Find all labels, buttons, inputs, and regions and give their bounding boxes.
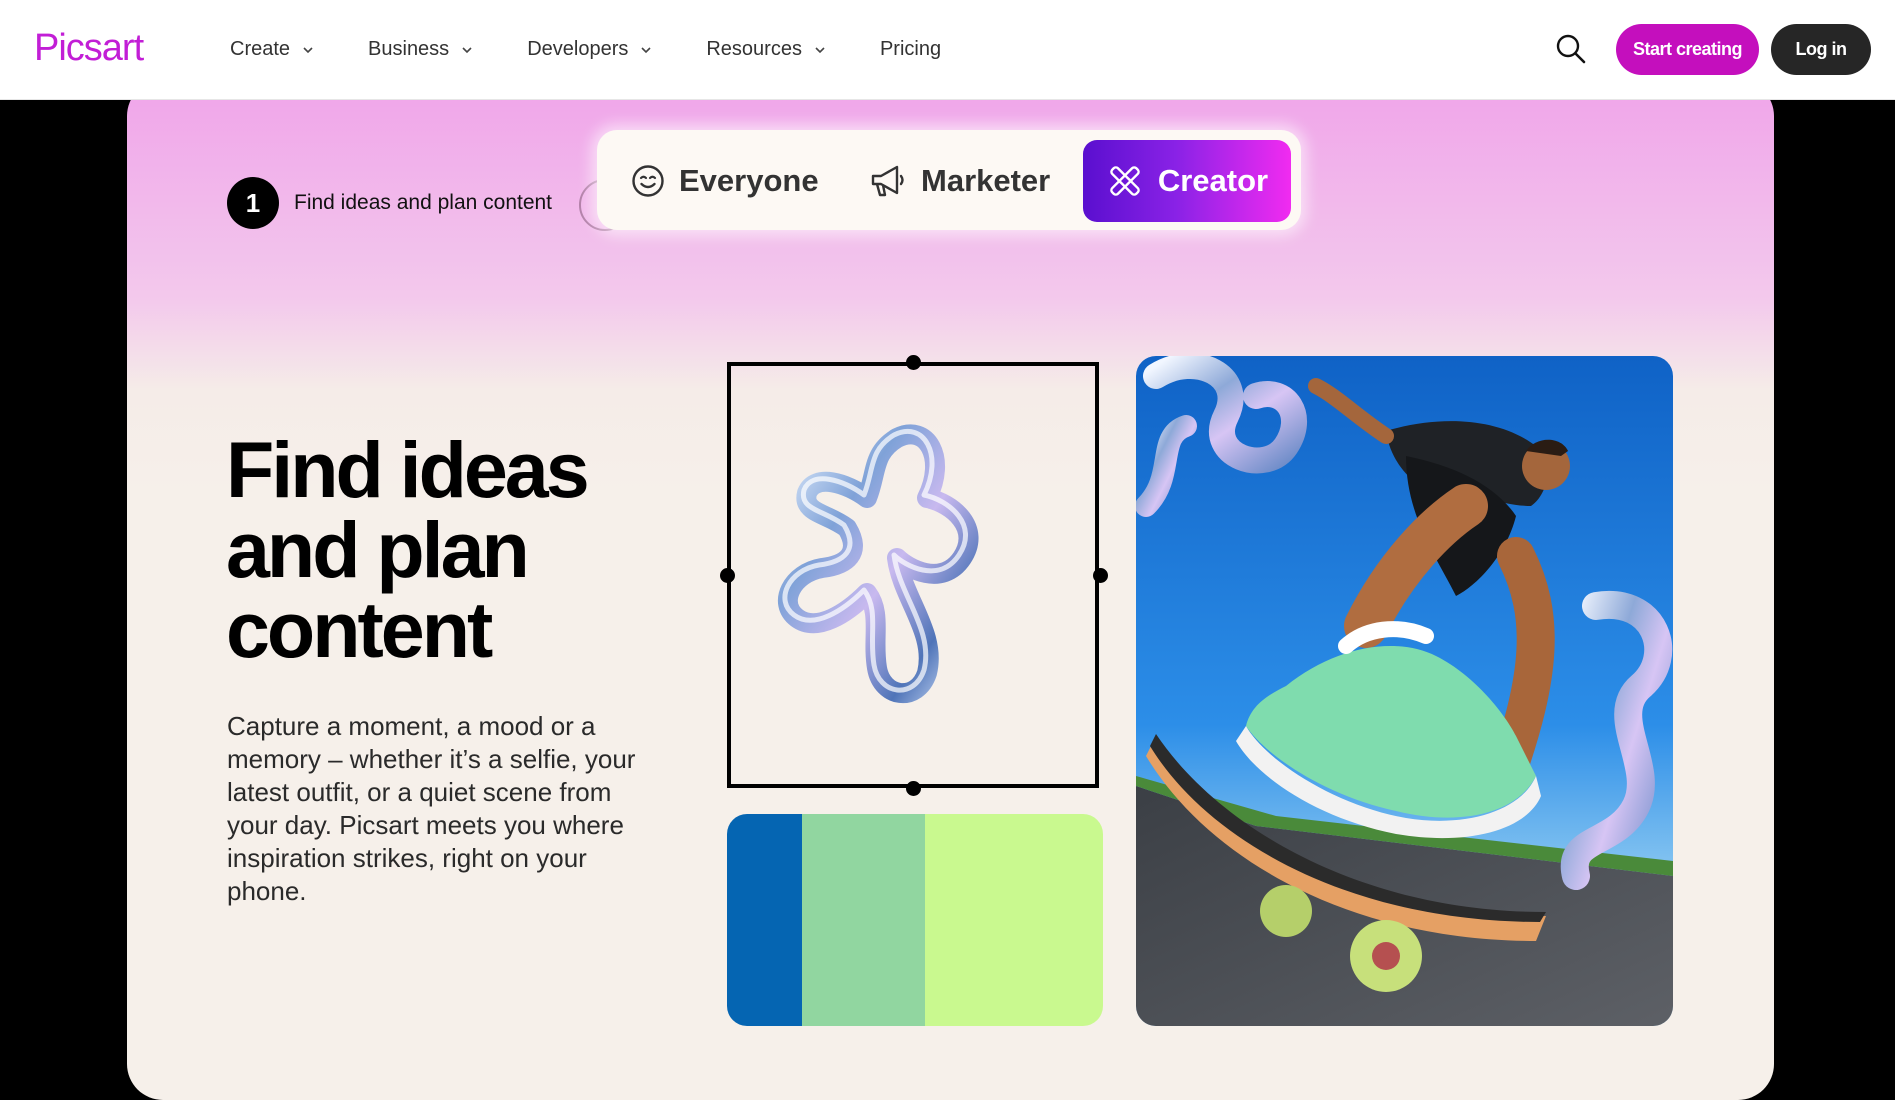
resize-handle-top[interactable] (906, 355, 921, 370)
hero-description: Capture a moment, a mood or a memory – w… (227, 710, 697, 908)
description-line: your day. Picsart meets you where (227, 810, 624, 840)
color-palette (727, 814, 1103, 1026)
photo-illustration (1136, 356, 1673, 1026)
audience-switcher: Everyone Marketer Creator (597, 130, 1301, 230)
nav-label: Resources (706, 38, 802, 60)
chevron-down-icon (462, 46, 472, 53)
picsart-logo[interactable]: Picsart (34, 28, 144, 68)
nav-label: Pricing (879, 38, 942, 60)
site-header: Picsart Create Business Developers Resou… (0, 0, 1895, 100)
smile-icon (632, 165, 664, 197)
swatch-lime[interactable] (925, 814, 1103, 1026)
description-line: latest outfit, or a quiet scene from (227, 777, 612, 807)
chevron-down-icon (641, 46, 651, 53)
skateboarder-photo (1136, 356, 1673, 1026)
description-line: phone. (227, 876, 307, 906)
tab-everyone[interactable]: Everyone (631, 140, 819, 222)
chevron-down-icon (815, 46, 825, 53)
tab-creator[interactable]: Creator (1083, 140, 1291, 222)
step-number: 1 (227, 177, 279, 229)
main-nav: Create Business Developers Resources Pri… (230, 0, 995, 99)
hero-title: Find ideas and plan content (226, 430, 646, 670)
resize-handle-right[interactable] (1093, 568, 1108, 583)
chevron-down-icon (303, 46, 313, 53)
nav-label: Developers (527, 38, 629, 60)
resize-handle-bottom[interactable] (906, 781, 921, 796)
nav-pricing[interactable]: Pricing (880, 38, 941, 61)
tab-marketer[interactable]: Marketer (869, 140, 1050, 222)
step-label: Find ideas and plan content (294, 191, 553, 214)
hero-card: 1 Find ideas and plan content Everyone M… (127, 80, 1774, 1100)
description-line: memory – whether it’s a selfie, your (227, 744, 636, 774)
megaphone-icon (871, 165, 904, 197)
nav-resources[interactable]: Resources (706, 38, 826, 61)
hero-title-line: content (226, 585, 493, 674)
tab-label: Marketer (921, 163, 1051, 198)
swatch-blue[interactable] (727, 814, 802, 1026)
hero-title-line: and plan (226, 505, 530, 594)
chrome-blob-graphic (777, 424, 979, 703)
start-creating-button[interactable]: Start creating (1616, 24, 1759, 75)
tab-label: Everyone (679, 163, 819, 198)
nav-label: Business (368, 38, 450, 60)
search-icon[interactable] (1555, 33, 1587, 65)
nav-developers[interactable]: Developers (527, 38, 652, 61)
nav-create[interactable]: Create (230, 38, 314, 61)
step-indicator[interactable]: 1 Find ideas and plan content (227, 177, 552, 229)
tools-icon (1110, 166, 1140, 196)
tab-label: Creator (1157, 163, 1269, 198)
swatch-mint[interactable] (802, 814, 925, 1026)
resize-handle-left[interactable] (720, 568, 735, 583)
description-line: inspiration strikes, right on your (227, 843, 587, 873)
login-button[interactable]: Log in (1771, 24, 1871, 75)
description-line: Capture a moment, a mood or a (227, 711, 596, 741)
nav-business[interactable]: Business (368, 38, 473, 61)
nav-label: Create (230, 38, 291, 60)
hero-title-line: Find ideas (226, 425, 590, 514)
